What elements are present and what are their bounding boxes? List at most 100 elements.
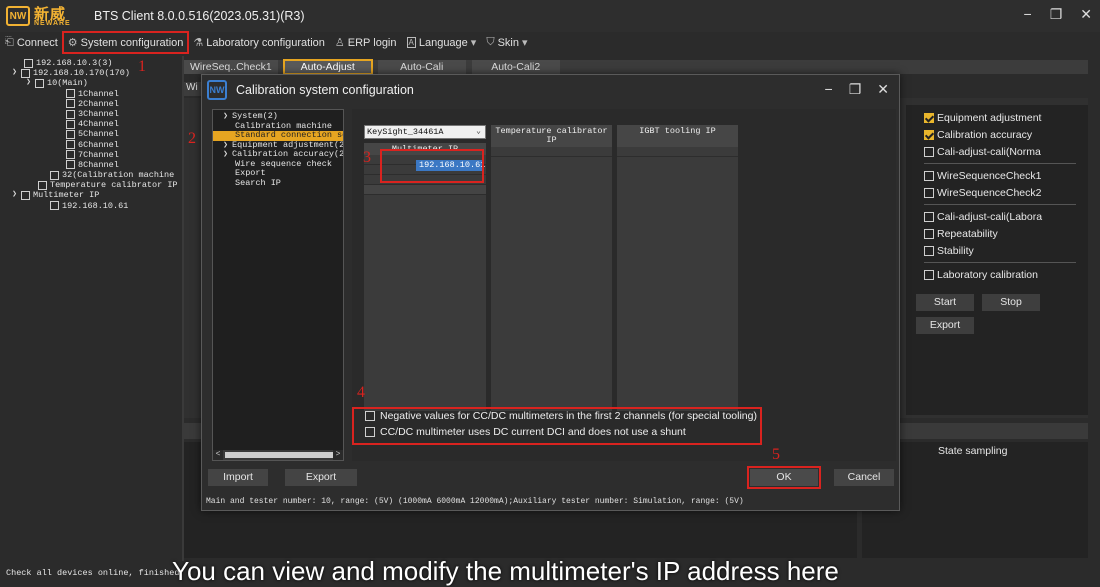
tab-wireseq-check1[interactable]: WireSeq..Check1: [184, 60, 278, 74]
tree-item[interactable]: 3Channel: [10, 109, 182, 119]
menu-laboratory-configuration[interactable]: ⚗ Laboratory configuration: [188, 32, 330, 53]
tree-item[interactable]: 192.168.10.61: [10, 201, 182, 211]
close-icon[interactable]: ✕: [1080, 6, 1092, 23]
chevron-down-icon[interactable]: ❯: [10, 68, 19, 78]
menu-system-configuration[interactable]: ⚙ System configuration: [61, 31, 190, 54]
export-button[interactable]: Export: [916, 317, 974, 334]
checkbox-checked[interactable]: [924, 112, 934, 123]
tree-item-label: 192.168.10.170(170): [33, 68, 130, 79]
checkbox[interactable]: [21, 68, 30, 78]
menu-language[interactable]: A Language ▾: [402, 32, 482, 53]
checkbox[interactable]: [924, 146, 934, 157]
checkbox[interactable]: [924, 245, 934, 256]
checkbox[interactable]: [924, 269, 934, 280]
sub-tab-label[interactable]: Wi: [184, 82, 202, 96]
menu-system-configuration-label: System configuration: [80, 36, 184, 49]
option-cali-adjust-cali-lab[interactable]: Cali-adjust-cali(Labora: [924, 208, 1088, 225]
step-number-2: 2: [188, 130, 196, 147]
option-calibration-accuracy[interactable]: Calibration accuracy: [924, 126, 1088, 143]
chevron-down-icon[interactable]: ❯: [221, 150, 230, 160]
menu-language-label: Language: [418, 36, 468, 49]
checkbox[interactable]: [66, 119, 75, 129]
minimize-icon[interactable]: −: [825, 81, 833, 98]
tree-item[interactable]: 5Channel: [10, 129, 182, 139]
menu-skin[interactable]: ⛉ Skin ▾: [481, 32, 532, 53]
minimize-icon[interactable]: −: [1024, 6, 1032, 23]
tree-item[interactable]: 8Channel: [10, 160, 182, 170]
option-wiresequencecheck1[interactable]: WireSequenceCheck1: [924, 167, 1088, 184]
cancel-button[interactable]: Cancel: [834, 469, 894, 486]
menu-connect[interactable]: ⎗ Connect: [0, 32, 63, 53]
restore-icon[interactable]: ❐: [1050, 6, 1063, 23]
chevron-down-icon[interactable]: ❯: [221, 141, 230, 151]
table-row[interactable]: [364, 185, 486, 195]
menu-erp-login[interactable]: ♙ ERP login: [330, 32, 402, 53]
multimeter-model-select[interactable]: KeySight_34461A ⌄: [364, 125, 486, 139]
tree-item[interactable]: ❯ Multimeter IP: [10, 190, 182, 200]
checkbox[interactable]: [924, 187, 934, 198]
checkbox[interactable]: [924, 211, 934, 222]
tree-item-search-ip[interactable]: Search IP: [213, 178, 343, 189]
chevron-down-icon[interactable]: ⌄: [472, 126, 485, 138]
scroll-left-icon[interactable]: <: [213, 450, 223, 460]
tree-item[interactable]: 7Channel: [10, 150, 182, 160]
table-row[interactable]: [491, 147, 612, 157]
tree-item[interactable]: 2Channel: [10, 99, 182, 109]
checkbox[interactable]: [38, 180, 47, 190]
checkbox[interactable]: [50, 170, 59, 180]
checkbox[interactable]: [66, 129, 75, 139]
checkbox-checked[interactable]: [924, 129, 934, 140]
tree-item-label: 10(Main): [47, 78, 88, 89]
tree-item[interactable]: Temperature calibrator IP: [10, 180, 182, 190]
tree-item[interactable]: 192.168.10.3(3): [10, 58, 182, 68]
checkbox[interactable]: [66, 89, 75, 99]
tree-item[interactable]: 6Channel: [10, 140, 182, 150]
tree-item-label: Wire sequence check: [235, 158, 332, 169]
import-button[interactable]: Import: [208, 469, 268, 486]
horizontal-scrollbar[interactable]: < >: [213, 450, 343, 460]
chevron-down-icon[interactable]: ❯: [24, 78, 33, 88]
chevron-down-icon[interactable]: ❯: [10, 190, 19, 200]
tab-auto-adjust[interactable]: Auto-Adjust: [282, 59, 373, 75]
option-wiresequencecheck2[interactable]: WireSequenceCheck2: [924, 184, 1088, 201]
scrollbar-thumb[interactable]: [225, 452, 335, 458]
checkbox[interactable]: [66, 150, 75, 160]
checkbox[interactable]: [21, 191, 30, 201]
option-equipment-adjustment[interactable]: Equipment adjustment: [924, 109, 1088, 126]
tree-item-wire-sequence-check[interactable]: Wire sequence check: [213, 158, 343, 170]
user-icon: ♙: [334, 37, 345, 49]
checkbox[interactable]: [24, 58, 33, 68]
tree-item[interactable]: ❯ 192.168.10.170(170): [10, 68, 182, 78]
start-button[interactable]: Start: [916, 294, 974, 311]
tree-item-label: 32(Calibration machine: [62, 170, 175, 181]
scroll-right-icon[interactable]: >: [333, 450, 343, 460]
stop-button[interactable]: Stop: [982, 294, 1040, 311]
checkbox[interactable]: [66, 109, 75, 119]
tree-item[interactable]: 4Channel: [10, 119, 182, 129]
option-cali-adjust-cali-normal[interactable]: Cali-adjust-cali(Norma: [924, 143, 1088, 160]
dialog-export-button[interactable]: Export: [285, 469, 357, 486]
chevron-down-icon[interactable]: ❯: [221, 112, 230, 122]
checkbox[interactable]: [66, 99, 75, 109]
temperature-calibrator-column: Temperature calibrator IP: [491, 125, 612, 411]
restore-icon[interactable]: ❐: [849, 81, 862, 98]
dialog-title-bar[interactable]: NW Calibration system configuration − ❐ …: [202, 75, 899, 105]
option-laboratory-calibration[interactable]: Laboratory calibration: [924, 266, 1088, 283]
tab-auto-cali2[interactable]: Auto-Cali2: [471, 60, 560, 74]
tab-auto-cali[interactable]: Auto-Cali: [377, 60, 466, 74]
table-row[interactable]: [617, 147, 738, 157]
option-stability[interactable]: Stability: [924, 242, 1088, 259]
ok-button[interactable]: OK: [747, 466, 821, 489]
checkbox[interactable]: [66, 160, 75, 170]
checkbox[interactable]: [924, 170, 934, 181]
checkbox[interactable]: [66, 140, 75, 150]
checkbox[interactable]: [35, 78, 44, 88]
checkbox[interactable]: [924, 228, 934, 239]
option-repeatability[interactable]: Repeatability: [924, 225, 1088, 242]
tree-item[interactable]: 32(Calibration machine: [10, 170, 182, 180]
tree-item[interactable]: 1Channel: [10, 89, 182, 99]
tree-item-label: 2Channel: [78, 98, 119, 109]
checkbox[interactable]: [50, 201, 59, 211]
close-icon[interactable]: ✕: [877, 81, 889, 98]
tree-item[interactable]: ❯ 10(Main): [10, 78, 182, 88]
